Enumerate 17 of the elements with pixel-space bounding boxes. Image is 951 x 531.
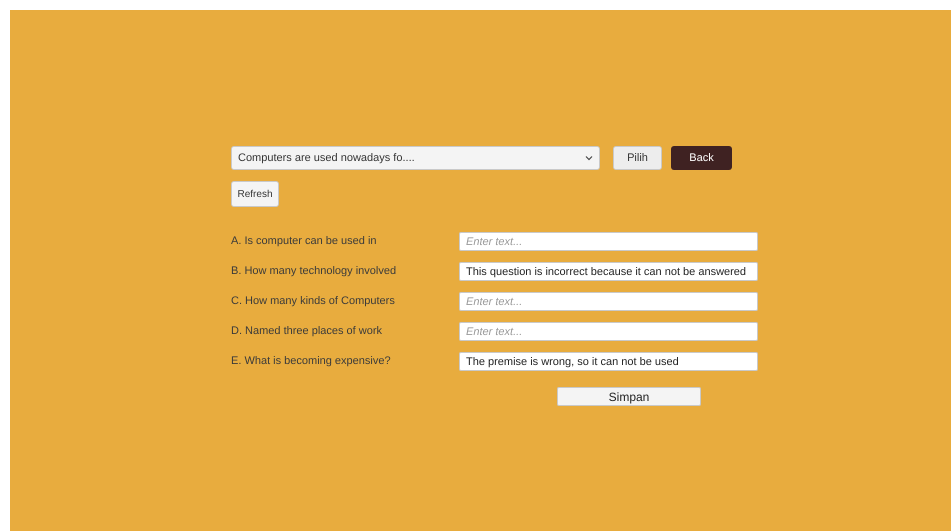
question-label: C. How many kinds of Computers	[231, 294, 396, 310]
back-button[interactable]: Back	[671, 146, 732, 170]
save-button[interactable]: Simpan	[557, 387, 701, 406]
question-dropdown[interactable]: Computers are used nowadays fo....	[231, 146, 600, 170]
dropdown-value: Computers are used nowadays fo....	[238, 150, 415, 166]
chevron-down-icon	[585, 155, 593, 161]
question-label: E. What is becoming expensive?	[231, 354, 392, 370]
question-label: B. How many technology involved	[231, 264, 398, 280]
answer-field[interactable]: The premise is wrong, so it can not be used	[459, 352, 758, 371]
answer-field[interactable]: Enter text...	[459, 292, 758, 311]
answer-field[interactable]: Enter text...	[459, 322, 758, 341]
refresh-button[interactable]: Refresh	[231, 181, 279, 207]
answer-field[interactable]: Enter text...	[459, 232, 758, 251]
answer-field[interactable]: This question is incorrect because it can not be answered	[459, 262, 758, 281]
question-label: A. Is computer can be used in	[231, 234, 378, 250]
choose-button[interactable]: Pilih	[613, 146, 662, 170]
question-label: D. Named three places of work	[231, 324, 384, 340]
